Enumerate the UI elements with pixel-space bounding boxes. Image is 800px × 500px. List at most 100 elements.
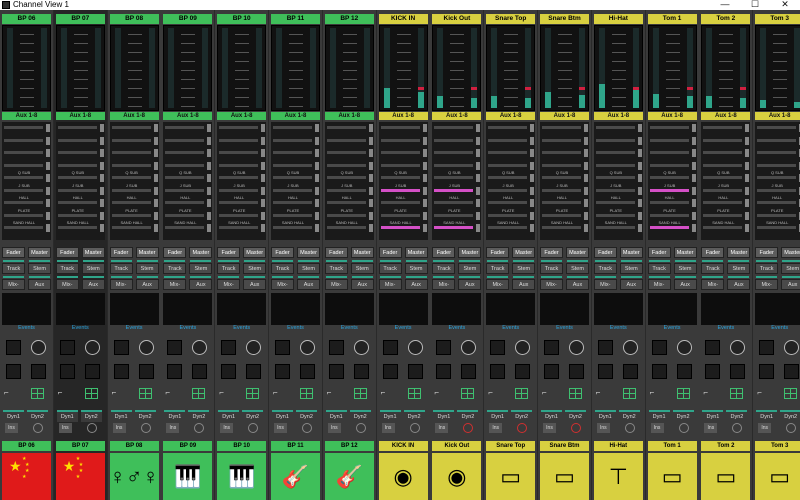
- grid-icon[interactable]: [461, 388, 475, 399]
- pad-button[interactable]: [730, 364, 746, 379]
- pad-button[interactable]: [569, 364, 584, 379]
- send-fader[interactable]: [165, 126, 205, 129]
- track-button[interactable]: Track: [109, 263, 133, 274]
- send-toggle[interactable]: [368, 199, 373, 207]
- aux-label[interactable]: Aux 1-8: [271, 112, 320, 120]
- send-fader[interactable]: [165, 201, 205, 204]
- send-toggle[interactable]: [207, 124, 212, 132]
- insert-icon[interactable]: [248, 423, 259, 433]
- send-toggle[interactable]: [315, 211, 319, 220]
- dyn2-button[interactable]: Dyn2: [511, 410, 533, 422]
- pad-button[interactable]: [461, 364, 477, 379]
- send-toggle[interactable]: [153, 224, 158, 232]
- grid-icon[interactable]: [569, 388, 582, 399]
- send-fader[interactable]: [111, 138, 151, 142]
- strip-name-label[interactable]: BP 10: [217, 14, 267, 24]
- aux-label[interactable]: Aux 1-8: [324, 112, 374, 120]
- send-toggle[interactable]: [637, 186, 642, 195]
- gun-icon[interactable]: ⌐: [757, 388, 773, 397]
- send-fader[interactable]: [111, 151, 151, 154]
- strip-name-label[interactable]: BP 06: [2, 14, 51, 24]
- send-toggle[interactable]: [691, 211, 696, 220]
- send-toggle[interactable]: [530, 186, 535, 195]
- send-toggle[interactable]: [99, 149, 104, 157]
- master-button[interactable]: Master: [404, 247, 428, 258]
- stem-button[interactable]: Stem: [350, 263, 374, 274]
- events-label[interactable]: Events: [325, 325, 374, 332]
- send-fader[interactable]: [219, 163, 259, 167]
- events-label[interactable]: Events: [271, 325, 320, 332]
- send-toggle[interactable]: [584, 211, 588, 220]
- master-button[interactable]: Master: [781, 247, 800, 258]
- pan-knob[interactable]: [84, 340, 100, 355]
- gun-icon[interactable]: ⌐: [542, 388, 558, 397]
- dyn1-button[interactable]: Dyn1: [487, 410, 509, 422]
- send-fader[interactable]: [595, 138, 635, 142]
- send-toggle[interactable]: [46, 224, 50, 232]
- pad-button[interactable]: [651, 364, 667, 379]
- send-fader[interactable]: [273, 201, 312, 204]
- send-fader[interactable]: [757, 201, 797, 204]
- pan-knob[interactable]: [784, 340, 800, 355]
- stem-button[interactable]: Stem: [512, 263, 536, 274]
- master-button[interactable]: Master: [458, 247, 482, 258]
- strip-name-label[interactable]: Snare Btm: [540, 14, 589, 24]
- send-fader[interactable]: [57, 188, 97, 192]
- send-fader[interactable]: [703, 226, 743, 229]
- pad-button[interactable]: [246, 364, 262, 379]
- ins-button[interactable]: Ins: [274, 423, 287, 433]
- pan-knob[interactable]: [246, 340, 262, 355]
- track-button[interactable]: Track: [271, 263, 294, 274]
- send-toggle[interactable]: [315, 161, 319, 170]
- dyn1-button[interactable]: Dyn1: [379, 410, 401, 422]
- send-fader[interactable]: [703, 188, 743, 192]
- master-button[interactable]: Master: [566, 247, 589, 258]
- dyn1-button[interactable]: Dyn1: [756, 410, 778, 422]
- send-fader[interactable]: [434, 151, 474, 154]
- gun-icon[interactable]: ⌐: [488, 388, 504, 397]
- fader-button[interactable]: Fader: [163, 247, 187, 258]
- close-button[interactable]: ✕: [770, 0, 800, 10]
- grid-icon[interactable]: [407, 388, 421, 399]
- aux-button[interactable]: Aux: [243, 279, 267, 290]
- send-fader[interactable]: [488, 201, 528, 204]
- send-toggle[interactable]: [368, 124, 373, 132]
- send-fader[interactable]: [649, 151, 689, 154]
- strip-name-label[interactable]: Tom 2: [701, 14, 751, 24]
- send-toggle[interactable]: [368, 136, 373, 145]
- send-fader[interactable]: [219, 213, 259, 217]
- send-fader[interactable]: [165, 226, 205, 229]
- send-fader[interactable]: [542, 151, 581, 154]
- insert-icon[interactable]: [409, 423, 420, 433]
- send-toggle[interactable]: [476, 199, 481, 207]
- send-toggle[interactable]: [637, 224, 642, 232]
- dyn2-button[interactable]: Dyn2: [457, 410, 479, 422]
- aux-button[interactable]: Aux: [619, 279, 643, 290]
- send-toggle[interactable]: [46, 161, 50, 170]
- stem-button[interactable]: Stem: [458, 263, 482, 274]
- send-toggle[interactable]: [584, 199, 588, 207]
- stem-button[interactable]: Stem: [189, 263, 213, 274]
- aux-button[interactable]: Aux: [673, 279, 697, 290]
- pan-knob[interactable]: [407, 340, 423, 355]
- events-label[interactable]: Events: [594, 325, 643, 332]
- send-toggle[interactable]: [422, 199, 427, 207]
- gun-icon[interactable]: ⌐: [327, 388, 343, 397]
- aux-label[interactable]: Aux 1-8: [109, 112, 159, 120]
- aux-button[interactable]: Aux: [81, 279, 105, 290]
- stem-button[interactable]: Stem: [619, 263, 643, 274]
- pad-button[interactable]: [6, 364, 21, 379]
- send-fader[interactable]: [326, 226, 366, 229]
- dyn1-button[interactable]: Dyn1: [56, 410, 78, 422]
- send-fader[interactable]: [542, 226, 581, 229]
- send-fader[interactable]: [165, 213, 205, 217]
- send-fader[interactable]: [757, 126, 797, 129]
- track-button[interactable]: Track: [701, 263, 725, 274]
- send-toggle[interactable]: [584, 224, 588, 232]
- send-fader[interactable]: [703, 176, 743, 179]
- send-fader[interactable]: [380, 138, 420, 142]
- mix-button[interactable]: Mix-: [217, 279, 241, 290]
- fader-button[interactable]: Fader: [486, 247, 510, 258]
- send-toggle[interactable]: [99, 186, 104, 195]
- mix-button[interactable]: Mix-: [163, 279, 187, 290]
